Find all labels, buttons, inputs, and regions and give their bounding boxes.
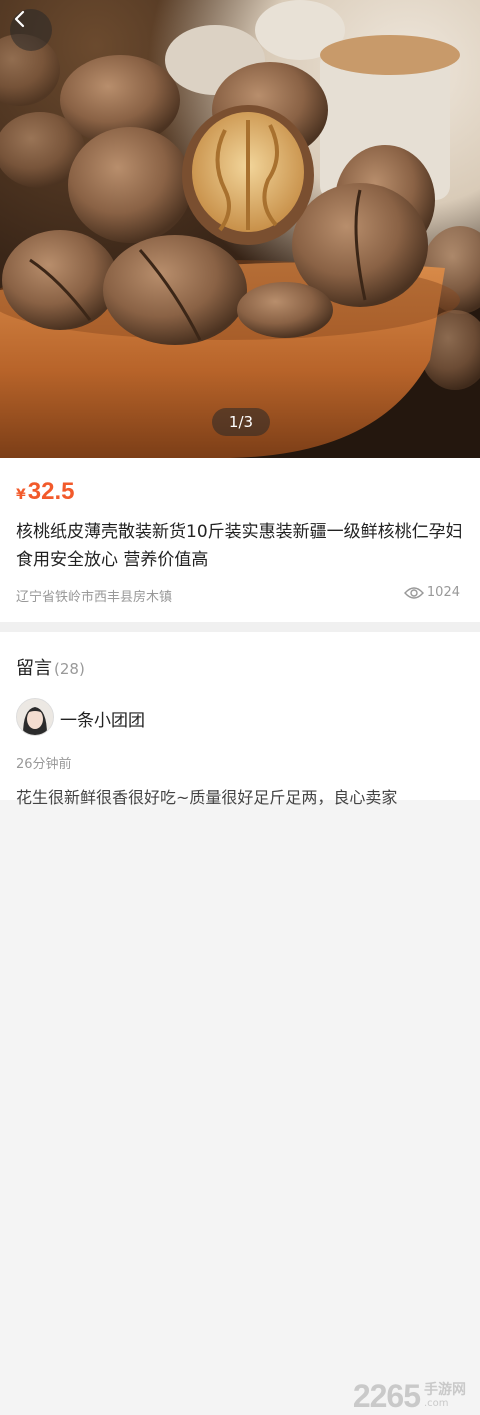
image-pager-indicator: 1/3 [212,408,270,436]
watermark-suffix: .com [424,1397,449,1409]
walnut-bowl-photo [0,0,480,458]
product-info-card: ¥ 32.5 核桃纸皮薄壳散装新货10斤装实惠装新疆一级鲜核桃仁孕妇食用安全放心… [0,458,480,622]
comment-time: 26分钟前 [16,757,72,772]
view-count: 1024 [403,585,460,600]
back-arrow-icon [14,10,25,28]
comments-section: 留言 (28) 一条小团团 26分钟前 花生很新鲜很香很好吃~质量很好足斤足两，… [0,632,480,1414]
product-location: 辽宁省铁岭市西丰县房木镇 [16,590,173,605]
currency-symbol: ¥ [16,487,26,503]
comment-text: 花生很新鲜很香很好吃~质量很好足斤足两，良心卖家 [16,788,398,807]
comments-label: 留言 [16,658,52,679]
comments-header: 留言 (28) [16,654,85,680]
avatar[interactable] [16,698,54,736]
view-count-value: 1024 [426,585,460,600]
comments-count: (28) [54,660,85,678]
site-watermark: 2265 手游网 .com [353,1378,466,1415]
product-image-carousel[interactable]: 1/3 [0,0,480,458]
watermark-number: 2265 [352,1378,421,1414]
back-button[interactable] [10,9,52,51]
product-title: 核桃纸皮薄壳散装新货10斤装实惠装新疆一级鲜核桃仁孕妇食用安全放心 营养价值高 [16,522,463,570]
section-divider [0,622,480,632]
comment-username[interactable]: 一条小团团 [60,706,145,731]
eye-icon [403,586,424,599]
price-value: 32.5 [27,478,75,505]
price: ¥ 32.5 [16,478,74,506]
user-avatar-image [17,699,53,735]
pager-text: 1/3 [228,413,254,431]
watermark-cn: 手游网 [424,1381,466,1398]
